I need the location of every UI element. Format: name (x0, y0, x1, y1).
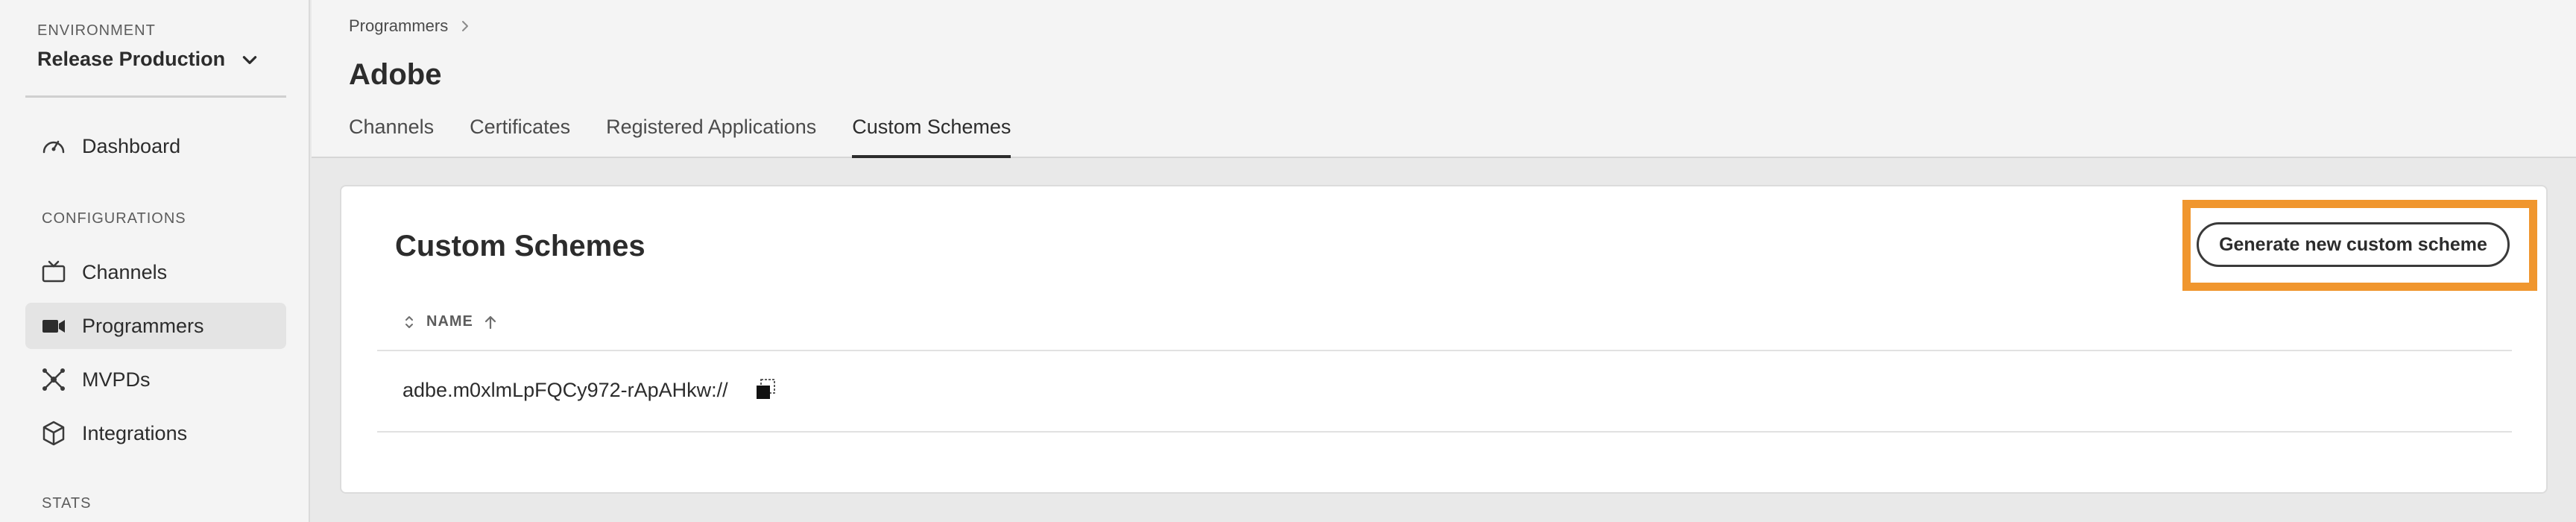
stats-label: STATS (42, 495, 92, 512)
gauge-icon (42, 140, 65, 154)
tab-certificates[interactable]: Certificates (470, 112, 570, 158)
table-row: adbe.m0xlmLpFQCy972-rApAHkw:// (402, 377, 779, 403)
sidebar-item-channels[interactable]: Channels (25, 249, 286, 295)
sidebar-item-label: Integrations (82, 421, 188, 444)
page-title: Adobe (349, 58, 442, 91)
sidebar-item-mvpds[interactable]: MVPDs (25, 356, 286, 403)
breadcrumb-link-programmers[interactable]: Programmers (349, 16, 448, 36)
row-divider (377, 431, 2512, 433)
custom-schemes-card: Custom Schemes Generate new custom schem… (340, 185, 2548, 494)
video-camera-icon (42, 320, 65, 333)
generate-custom-scheme-button[interactable]: Generate new custom scheme (2197, 222, 2510, 267)
sort-icon (405, 315, 413, 328)
sidebar-item-label: Programmers (82, 314, 204, 337)
environment-select[interactable]: Release Production (37, 48, 259, 71)
configurations-label: CONFIGURATIONS (42, 210, 186, 227)
copy-icon[interactable] (754, 377, 779, 403)
arrow-up-icon (484, 315, 496, 329)
sidebar-item-dashboard[interactable]: Dashboard (25, 123, 286, 169)
sidebar-item-label: Channels (82, 260, 168, 283)
sidebar-item-label: Dashboard (82, 134, 181, 157)
page-header: Programmers Adobe Channels Certificates … (312, 0, 2576, 158)
environment-value: Release Production (37, 48, 226, 70)
row-divider (377, 350, 2512, 351)
tab-registered-applications[interactable]: Registered Applications (606, 112, 816, 158)
tv-icon (42, 260, 66, 283)
tab-custom-schemes[interactable]: Custom Schemes (852, 112, 1011, 158)
tab-channels[interactable]: Channels (349, 112, 434, 158)
sidebar: ENVIRONMENT Release Production Dashboard… (0, 0, 310, 522)
environment-label: ENVIRONMENT (37, 22, 156, 39)
sidebar-item-label: MVPDs (82, 368, 151, 391)
scheme-name: adbe.m0xlmLpFQCy972-rApAHkw:// (402, 378, 728, 401)
sidebar-item-integrations[interactable]: Integrations (25, 410, 286, 456)
app: ENVIRONMENT Release Production Dashboard… (0, 0, 2576, 522)
network-icon (42, 368, 65, 391)
cube-icon (42, 421, 65, 446)
breadcrumb: Programmers (349, 16, 472, 36)
column-header-label: NAME (426, 313, 473, 330)
sidebar-item-programmers[interactable]: Programmers (25, 303, 286, 349)
column-header-name[interactable]: NAME (402, 313, 497, 330)
environment-divider (25, 95, 286, 98)
card-title: Custom Schemes (395, 230, 645, 262)
chevron-right-icon (462, 21, 469, 31)
tab-bar: Channels Certificates Registered Applica… (349, 112, 1011, 158)
chevron-down-icon (242, 55, 257, 64)
